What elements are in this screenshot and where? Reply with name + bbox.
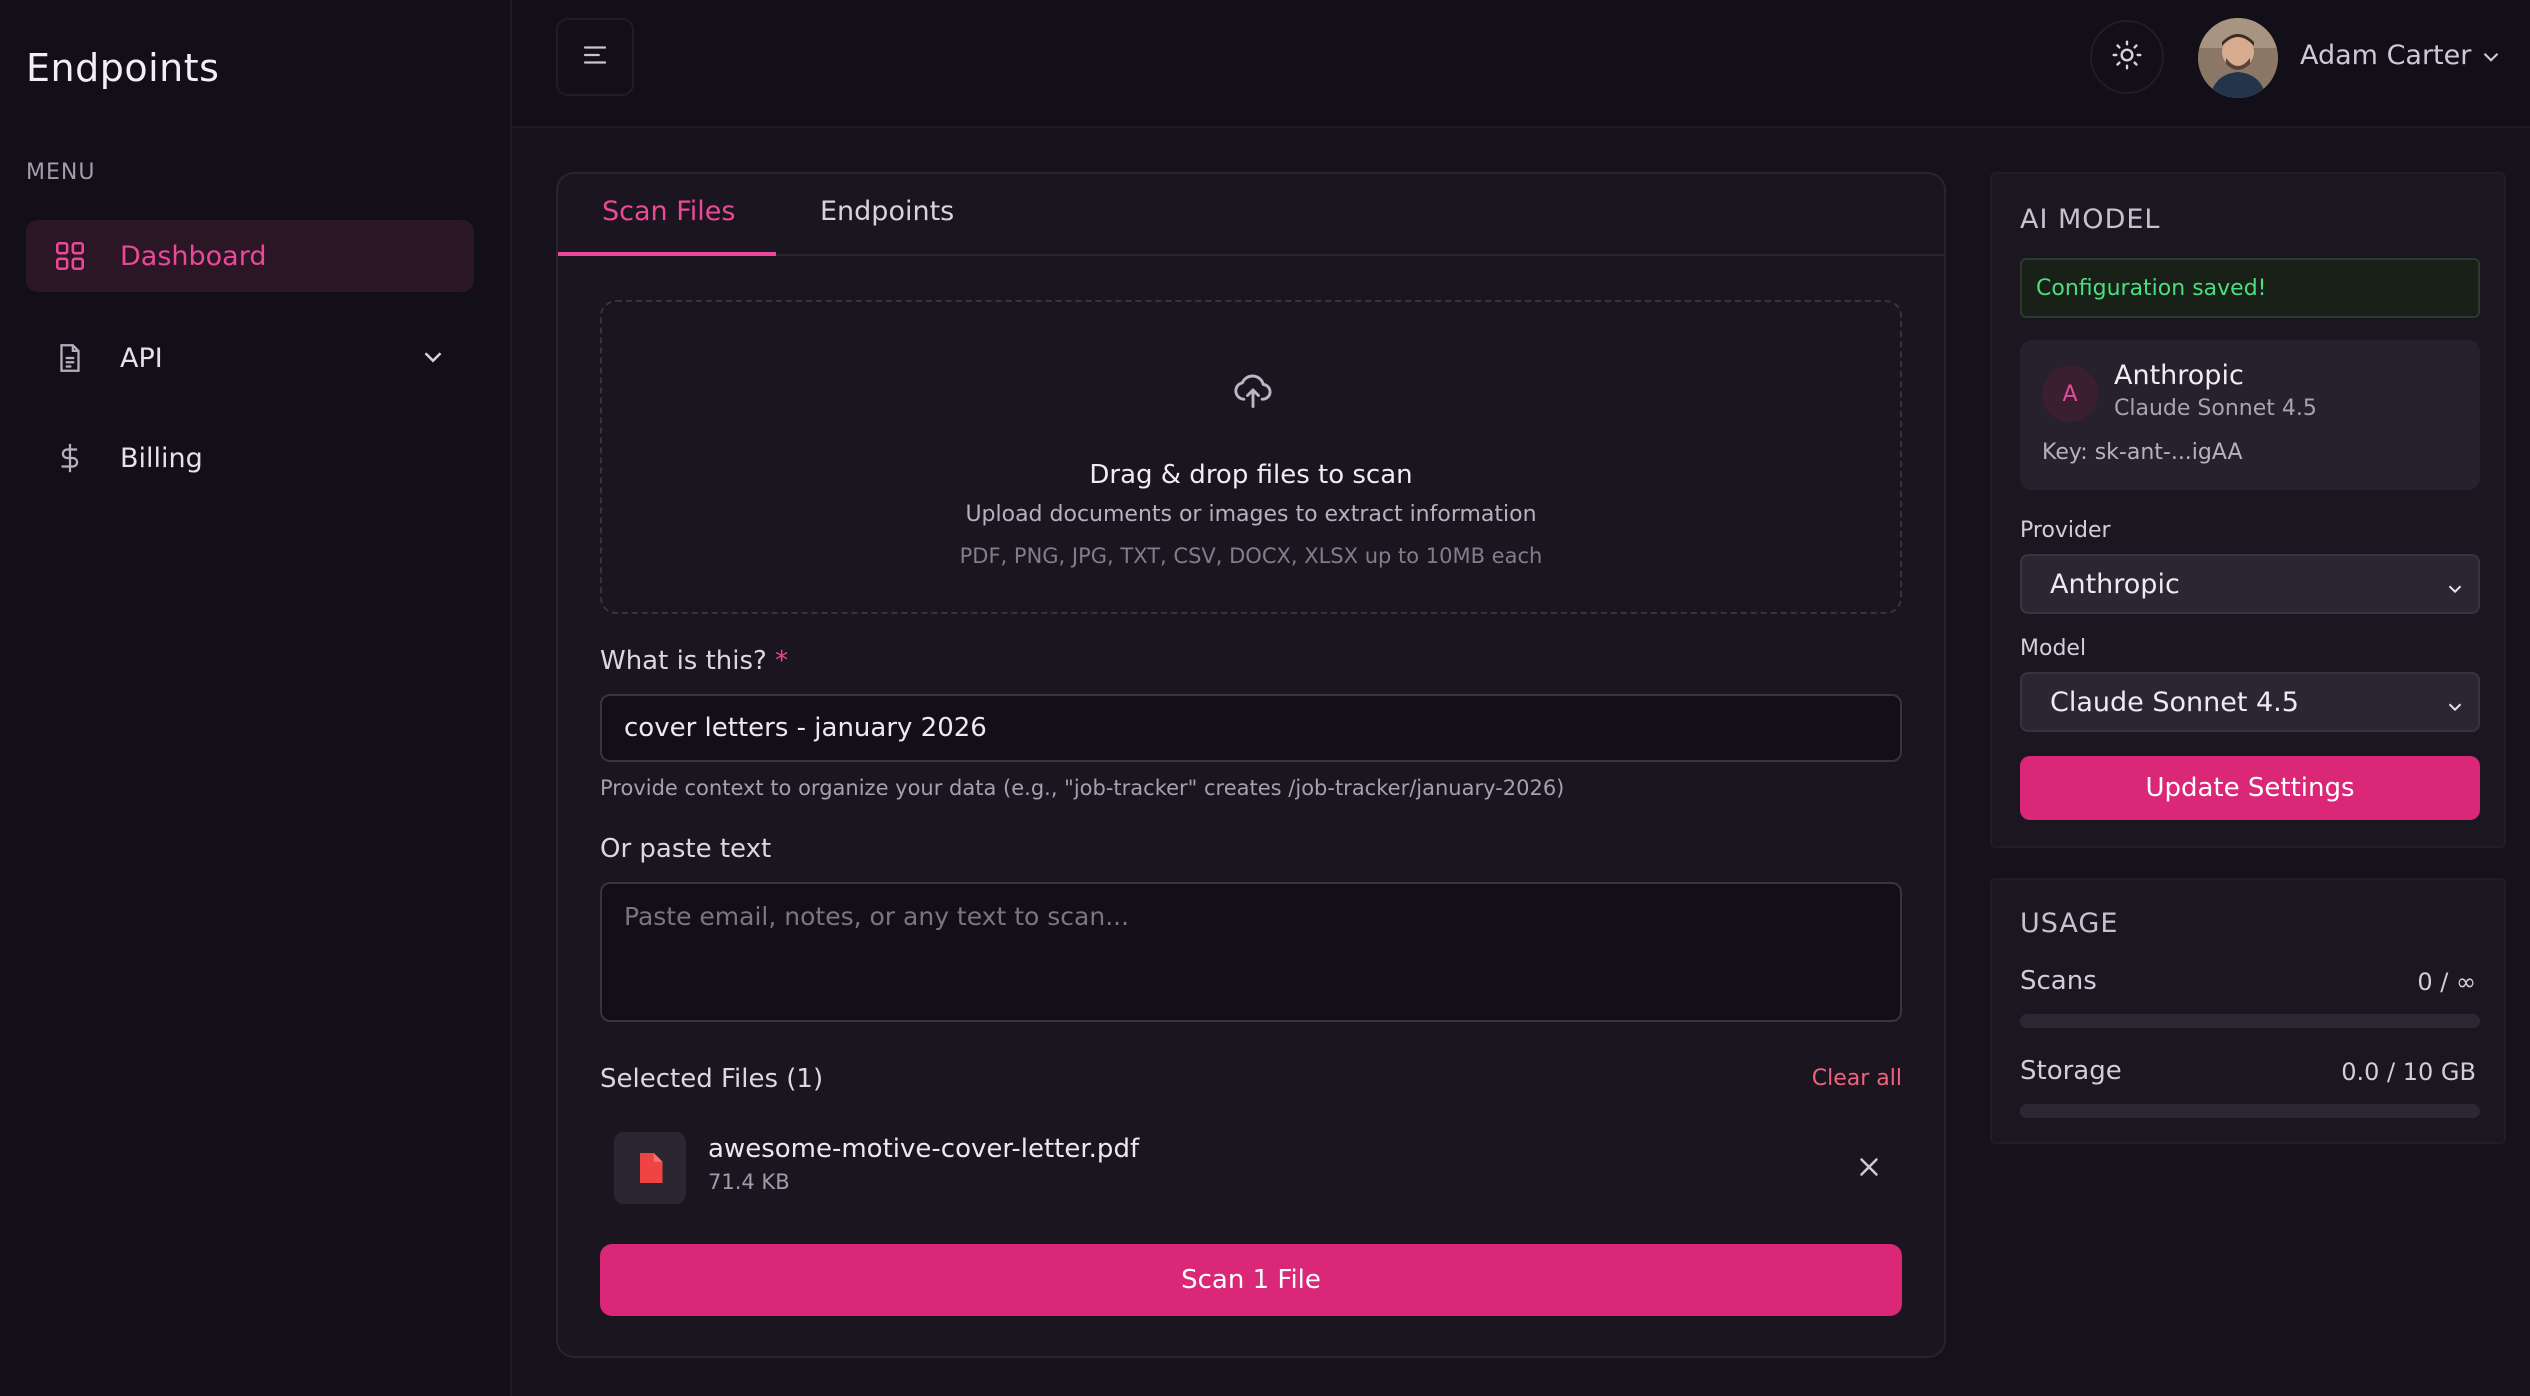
paste-text-area[interactable]: Paste email, notes, or any text to scan.… (600, 882, 1902, 1022)
scans-progress-bar (2020, 1014, 2480, 1028)
usage-title: USAGE (2020, 908, 2119, 939)
storage-label: Storage (2020, 1056, 2122, 1086)
scans-value: 0 / ∞ (2417, 968, 2476, 996)
update-settings-button[interactable]: Update Settings (2020, 756, 2480, 820)
scan-button[interactable]: Scan 1 File (600, 1244, 1902, 1316)
ai-model-title: AI MODEL (2020, 204, 2161, 235)
tab-scan-files[interactable]: Scan Files (602, 196, 735, 227)
close-icon[interactable] (1854, 1152, 1884, 1186)
sidebar-item-dashboard[interactable]: Dashboard (26, 220, 474, 292)
chevron-down-icon (2444, 576, 2466, 607)
context-help-text: Provide context to organize your data (e… (600, 776, 1565, 800)
file-size: 71.4 KB (708, 1170, 790, 1194)
api-key-preview: Key: sk-ant-...igAA (2042, 440, 2243, 465)
sidebar: Endpoints MENU Dashboard API Billing (0, 0, 512, 1396)
paste-field-label: Or paste text (600, 834, 772, 864)
chevron-down-icon[interactable] (2478, 44, 2504, 74)
brand-title: Endpoints (26, 46, 220, 90)
chevron-down-icon (2444, 694, 2466, 725)
model-label: Model (2020, 636, 2087, 661)
provider-name: Anthropic (2114, 360, 2244, 391)
provider-label: Provider (2020, 518, 2111, 543)
sun-icon (2111, 39, 2143, 75)
theme-toggle-button[interactable] (2090, 20, 2164, 94)
scans-label: Scans (2020, 966, 2097, 996)
user-menu-name[interactable]: Adam Carter (2300, 40, 2471, 71)
chevron-down-icon (418, 342, 448, 376)
dropzone-file-types: PDF, PNG, JPG, TXT, CSV, DOCX, XLSX up t… (959, 544, 1543, 568)
sidebar-item-label: Billing (120, 442, 203, 474)
status-message: Configuration saved! (2020, 258, 2480, 318)
context-field-label: What is this? * (600, 646, 788, 676)
sidebar-item-label: Dashboard (120, 240, 267, 272)
top-bar: Adam Carter (512, 0, 2530, 128)
sidebar-item-billing[interactable]: Billing (26, 422, 474, 494)
sidebar-item-label: API (120, 342, 163, 374)
file-dropzone[interactable]: Drag & drop files to scan Upload documen… (600, 300, 1902, 614)
tab-bar: Scan Files Endpoints (558, 174, 1944, 256)
menu-icon (580, 40, 610, 74)
usage-panel: USAGE Scans 0 / ∞ Storage 0.0 / 10 GB (1990, 878, 2506, 1144)
model-select-value: Claude Sonnet 4.5 (2050, 686, 2299, 718)
provider-select[interactable]: Anthropic (2020, 554, 2480, 614)
cloud-upload-icon (1231, 368, 1275, 416)
tab-endpoints[interactable]: Endpoints (820, 196, 954, 227)
provider-select-value: Anthropic (2050, 568, 2180, 600)
file-name: awesome-motive-cover-letter.pdf (708, 1134, 1140, 1164)
provider-summary-card: A Anthropic Claude Sonnet 4.5 Key: sk-an… (2020, 340, 2480, 490)
selected-files-title: Selected Files (1) (600, 1064, 824, 1094)
provider-model: Claude Sonnet 4.5 (2114, 396, 2317, 421)
document-icon (50, 338, 90, 378)
ai-model-panel: AI MODEL Configuration saved! A Anthropi… (1990, 172, 2506, 848)
scan-card: Scan Files Endpoints Drag & drop files t… (556, 172, 1946, 1358)
pdf-file-icon (614, 1132, 686, 1204)
model-select[interactable]: Claude Sonnet 4.5 (2020, 672, 2480, 732)
dropzone-subtitle: Upload documents or images to extract in… (965, 502, 1537, 527)
clear-all-button[interactable]: Clear all (1812, 1066, 1902, 1091)
menu-toggle-button[interactable] (556, 18, 634, 96)
sidebar-item-api[interactable]: API (26, 322, 474, 394)
menu-section-label: MENU (26, 160, 96, 185)
provider-badge: A (2042, 366, 2098, 422)
avatar[interactable] (2198, 18, 2278, 98)
grid-icon (50, 236, 90, 276)
dollar-icon (50, 438, 90, 478)
active-tab-indicator (558, 252, 776, 256)
context-input[interactable]: cover letters - january 2026 (600, 694, 1902, 762)
required-marker: * (775, 646, 789, 676)
dropzone-title: Drag & drop files to scan (1089, 460, 1413, 490)
storage-progress-bar (2020, 1104, 2480, 1118)
storage-value: 0.0 / 10 GB (2341, 1058, 2476, 1086)
context-label-text: What is this? (600, 646, 767, 676)
